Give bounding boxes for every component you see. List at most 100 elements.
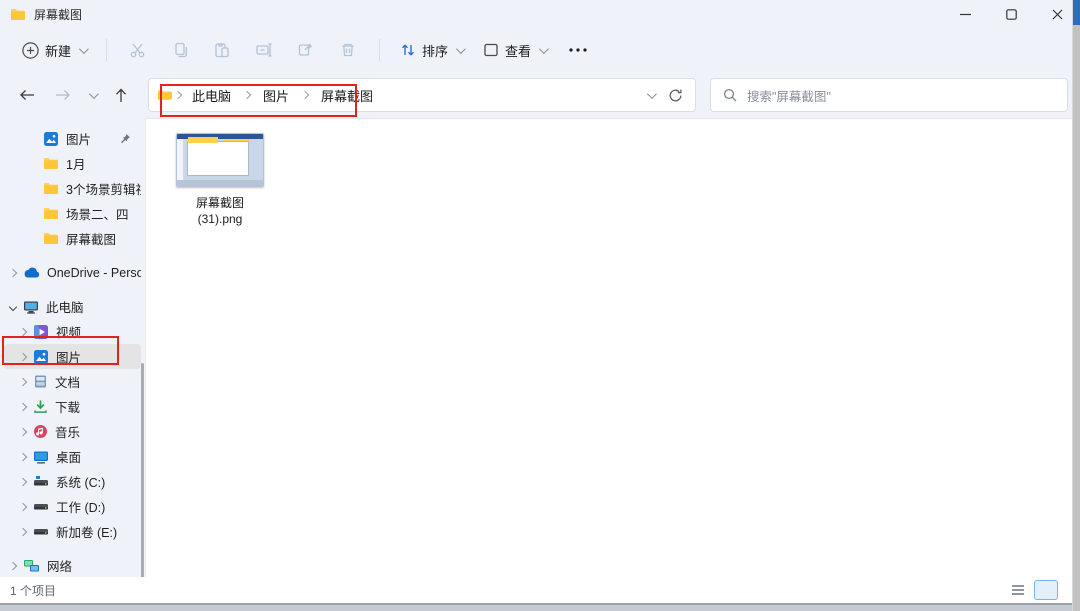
rename-icon [255, 41, 273, 59]
sidebar-item-drive-d[interactable]: 工作 (D:) [4, 494, 141, 519]
cut-button[interactable] [119, 34, 157, 66]
pictures-icon [33, 349, 49, 365]
chevron-down-icon [456, 44, 466, 54]
more-options-button[interactable] [558, 47, 598, 53]
sidebar-item-desktop[interactable]: 桌面 [4, 444, 141, 469]
forward-button[interactable] [48, 80, 78, 110]
file-thumbnail [176, 133, 264, 187]
window-bottom-edge [0, 603, 1080, 611]
window-title: 屏幕截图 [34, 6, 82, 23]
breadcrumb-this-pc[interactable]: 此电脑 [184, 83, 239, 108]
documents-icon [33, 374, 48, 389]
chevron-right-icon[interactable] [19, 377, 27, 385]
file-list-area: 屏幕截图 (31).png [145, 118, 1080, 577]
chevron-right-icon[interactable] [9, 268, 17, 276]
maximize-button[interactable] [988, 0, 1034, 28]
network-icon [23, 559, 40, 573]
status-bar: 1 个项目 [0, 577, 1080, 603]
trash-icon [339, 41, 357, 59]
chevron-right-icon[interactable] [9, 561, 17, 569]
sidebar-item-drive-e[interactable]: 新加卷 (E:) [4, 519, 141, 544]
share-icon [297, 41, 315, 59]
folder-icon [43, 207, 59, 220]
file-item-screenshot-31[interactable]: 屏幕截图 (31).png [168, 133, 272, 227]
chevron-right-icon[interactable] [19, 327, 27, 335]
address-bar[interactable]: 此电脑 图片 屏幕截图 [148, 78, 696, 112]
search-placeholder: 搜索"屏幕截图" [747, 86, 831, 105]
recent-locations-button[interactable] [84, 80, 100, 110]
share-button[interactable] [287, 34, 325, 66]
chevron-down-icon [539, 44, 549, 54]
drive-c-icon [33, 475, 49, 488]
folder-icon [43, 157, 59, 170]
music-icon [33, 424, 48, 439]
chevron-right-icon[interactable] [19, 402, 27, 410]
up-button[interactable] [106, 80, 136, 110]
background-window-sliver [1073, 0, 1080, 611]
videos-icon [33, 324, 49, 340]
folder-icon [43, 232, 59, 245]
sidebar-item-pictures-pinned[interactable]: 图片 [4, 126, 141, 151]
sidebar-item-this-pc[interactable]: 此电脑 [4, 294, 141, 319]
sidebar-item-folder-screenshots[interactable]: 屏幕截图 [4, 226, 141, 251]
chevron-right-icon[interactable] [19, 502, 27, 510]
address-dropdown-chevron[interactable] [647, 89, 657, 99]
sidebar-item-folder-clips[interactable]: 3个场景剪辑视频 [4, 176, 141, 201]
view-icon [483, 42, 499, 58]
new-button-label: 新建 [45, 41, 71, 60]
delete-button[interactable] [329, 34, 367, 66]
sidebar-item-folder-jan[interactable]: 1月 [4, 151, 141, 176]
breadcrumb-separator [174, 91, 182, 99]
breadcrumb-separator [243, 91, 251, 99]
breadcrumb-screenshots[interactable]: 屏幕截图 [313, 83, 381, 108]
plus-circle-icon [22, 42, 39, 59]
sidebar-item-downloads[interactable]: 下载 [4, 394, 141, 419]
minimize-button[interactable] [942, 0, 988, 28]
chevron-right-icon[interactable] [19, 477, 27, 485]
view-button[interactable]: 查看 [475, 35, 554, 66]
sort-arrows-icon [400, 42, 416, 58]
breadcrumb-pictures[interactable]: 图片 [255, 83, 297, 108]
titlebar: 屏幕截图 [0, 0, 1080, 28]
chevron-right-icon[interactable] [19, 352, 27, 360]
breadcrumb-separator [301, 91, 309, 99]
paste-button[interactable] [203, 34, 241, 66]
sidebar-item-drive-c[interactable]: 系统 (C:) [4, 469, 141, 494]
sidebar-item-music[interactable]: 音乐 [4, 419, 141, 444]
pin-icon [120, 133, 131, 144]
sidebar-item-folder-scenes[interactable]: 场景二、四 [4, 201, 141, 226]
address-row: 此电脑 图片 屏幕截图 搜索"屏幕截图" [0, 72, 1080, 118]
details-view-toggle[interactable] [1006, 580, 1030, 600]
file-explorer-window: 屏幕截图 新建 [0, 0, 1080, 611]
icons-view-toggle[interactable] [1034, 580, 1058, 600]
chevron-right-icon[interactable] [19, 452, 27, 460]
scissors-icon [129, 41, 147, 59]
sidebar-scrollbar[interactable] [141, 363, 144, 577]
folder-icon [157, 89, 172, 101]
sidebar-item-onedrive[interactable]: OneDrive - Perso [4, 260, 141, 285]
chevron-down-icon[interactable] [9, 302, 17, 310]
pictures-icon [43, 131, 59, 147]
back-button[interactable] [12, 80, 42, 110]
sidebar-item-network[interactable]: 网络 [4, 553, 141, 577]
chevron-down-icon [79, 44, 89, 54]
sidebar-item-documents[interactable]: 文档 [4, 369, 141, 394]
search-input[interactable]: 搜索"屏幕截图" [710, 78, 1068, 112]
rename-button[interactable] [245, 34, 283, 66]
copy-button[interactable] [161, 34, 199, 66]
chevron-right-icon[interactable] [19, 527, 27, 535]
sidebar-item-pictures[interactable]: 图片 [4, 344, 141, 369]
large-icons-view-icon [1040, 584, 1053, 596]
item-count-label: 1 个项目 [10, 582, 56, 599]
new-button[interactable]: 新建 [14, 35, 94, 66]
navigation-pane: 图片 1月 3个场景剪辑视频 场景二、四 屏幕截图 [0, 118, 145, 577]
refresh-icon[interactable] [668, 88, 683, 103]
search-icon [723, 88, 737, 102]
view-button-label: 查看 [505, 41, 531, 60]
sidebar-item-videos[interactable]: 视频 [4, 319, 141, 344]
this-pc-icon [23, 300, 39, 314]
list-view-icon [1011, 584, 1025, 596]
sort-button[interactable]: 排序 [392, 35, 471, 66]
paste-icon [213, 41, 231, 59]
chevron-right-icon[interactable] [19, 427, 27, 435]
